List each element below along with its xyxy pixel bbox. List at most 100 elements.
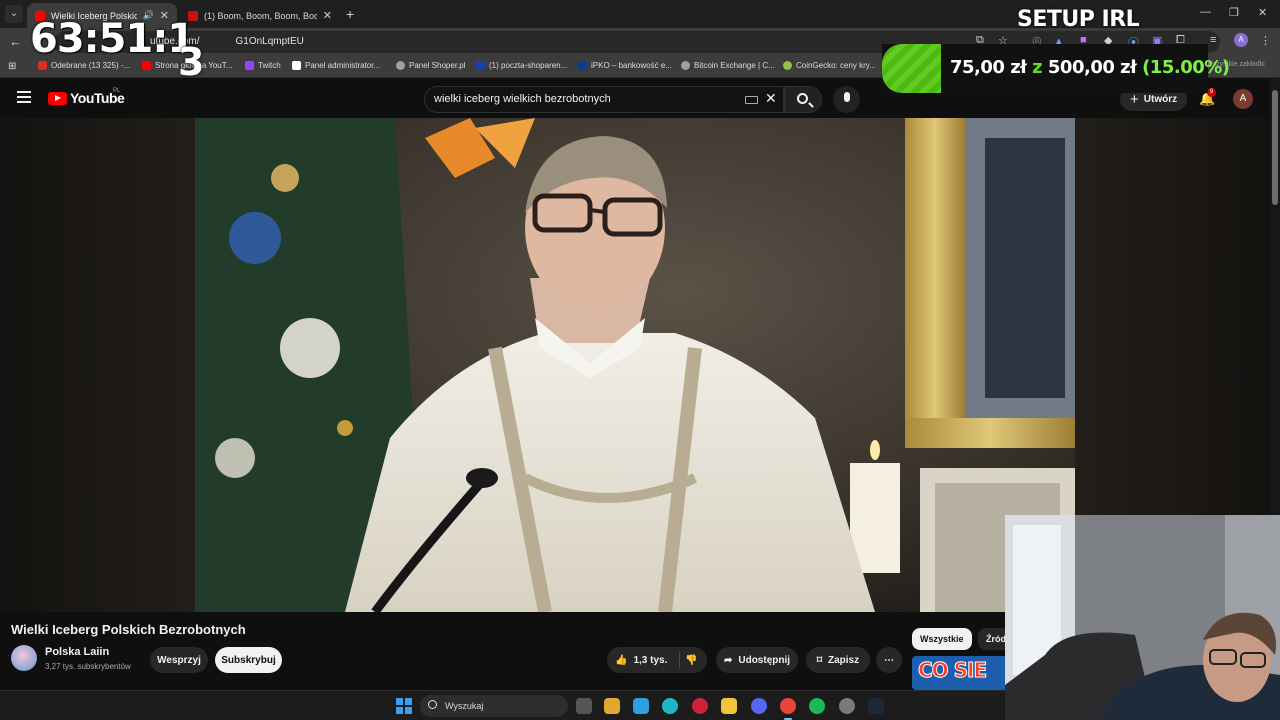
youtube-icon	[142, 61, 151, 70]
dislike-icon[interactable]: 👎	[685, 655, 697, 666]
tab-close-icon[interactable]: ✕	[323, 9, 332, 22]
bookmark-label: Bitcoin Exchange | C...	[694, 61, 775, 70]
thumbnail-text: CO SIE	[917, 658, 987, 683]
tab-second[interactable]: (1) Boom, Boom, Boom, Boom!! ✕	[180, 3, 340, 28]
windows-start-icon[interactable]	[396, 698, 412, 714]
clear-search-icon[interactable]: ✕	[765, 90, 777, 107]
like-count[interactable]: 1,3 tys.	[633, 655, 667, 666]
minimize-icon[interactable]: —	[1200, 6, 1211, 18]
back-arrow-icon[interactable]: ←	[9, 34, 22, 49]
video-frame[interactable]	[195, 118, 1075, 612]
bookmark-label: (1) poczta-shoparen...	[489, 61, 568, 70]
donation-goal-bar: 75,00 zł z 500,00 zł (15.00%)	[882, 44, 1230, 93]
save-button[interactable]: ⌑ Zapisz	[806, 647, 870, 673]
maximize-icon[interactable]: ❐	[1229, 6, 1239, 19]
bookmark-coingecko[interactable]: CoinGecko: ceny kry...	[783, 61, 876, 70]
more-icon: ⋯	[884, 654, 894, 666]
donation-goal-progress	[882, 44, 941, 93]
plus-icon: +	[1130, 90, 1139, 108]
taskbar-search[interactable]: Wyszukaj	[420, 695, 568, 717]
share-label: Udostępnij	[738, 654, 791, 666]
donation-goal-text: 75,00 zł z 500,00 zł (15.00%)	[950, 57, 1230, 78]
media-control-icon[interactable]: ≡	[1210, 34, 1216, 46]
edge-browser-icon[interactable]	[662, 698, 678, 714]
donation-goal-title: SETUP IRL	[1017, 7, 1140, 32]
goal-target: 500,00 zł	[1047, 57, 1137, 78]
page-icon	[292, 61, 301, 70]
subscriber-count: 3,27 tys. subskrybentów	[45, 662, 131, 671]
tab-title: (1) Boom, Boom, Boom, Boom!!	[204, 10, 317, 21]
youtube-play-icon	[48, 91, 67, 105]
account-avatar[interactable]: A	[1233, 89, 1253, 109]
notification-count-badge: 9	[1207, 88, 1216, 97]
search-box: ✕	[424, 86, 784, 113]
tab-search-menu-button[interactable]: ⌄	[5, 5, 23, 23]
bookmark-label: Odebrane (13 325) -...	[51, 61, 131, 70]
chrome-icon[interactable]	[780, 698, 796, 714]
bookmark-gmail[interactable]: Odebrane (13 325) -...	[38, 61, 130, 70]
menu-icon[interactable]	[17, 91, 31, 103]
video-title: Wielki Iceberg Polskich Bezrobotnych	[11, 622, 246, 637]
bookmark-icon: ⌑	[816, 654, 822, 666]
subscribe-button[interactable]: Subskrybuj	[215, 647, 282, 673]
globe-icon	[396, 61, 405, 70]
search-button[interactable]	[784, 86, 822, 113]
url-video-id: G1OnLqmptEU	[235, 36, 304, 47]
voice-search-button[interactable]	[833, 86, 860, 113]
player-letterbox-left	[0, 118, 195, 612]
opera-icon[interactable]	[692, 698, 708, 714]
discord-icon[interactable]	[751, 698, 767, 714]
new-tab-button[interactable]: +	[346, 6, 354, 22]
globe-icon	[681, 61, 690, 70]
channel-avatar[interactable]	[11, 645, 37, 671]
chip-label: Wszystkie	[920, 634, 964, 644]
gmail-icon	[38, 61, 47, 70]
related-video-thumbnail[interactable]: CO SIE	[912, 656, 1012, 690]
apps-grid-icon[interactable]: ⊞	[8, 61, 16, 72]
bookmark-bitcoin[interactable]: Bitcoin Exchange | C...	[681, 61, 775, 70]
store-icon[interactable]	[604, 698, 620, 714]
mail-icon	[476, 61, 485, 70]
steam-icon[interactable]	[868, 698, 884, 714]
create-label: Utwórz	[1143, 93, 1178, 105]
bookmark-label: Panel Shoper.pl	[409, 61, 466, 70]
share-button[interactable]: ➦ Udostępnij	[716, 647, 798, 673]
spotify-icon[interactable]	[809, 698, 825, 714]
bookmark-twitch[interactable]: Twitch	[245, 61, 281, 70]
like-divider	[679, 652, 680, 668]
channel-name[interactable]: Polska Laiin	[45, 646, 109, 658]
taskbar-search-placeholder: Wyszukaj	[445, 701, 484, 711]
edge-icon[interactable]	[633, 698, 649, 714]
chip-all[interactable]: Wszystkie	[912, 628, 972, 650]
scrollbar-thumb[interactable]	[1272, 90, 1278, 205]
file-explorer-icon[interactable]	[721, 698, 737, 714]
support-label: Wesprzyj	[157, 654, 201, 666]
window-close-icon[interactable]: ✕	[1258, 6, 1267, 19]
support-button[interactable]: Wesprzyj	[150, 647, 208, 673]
save-label: Zapisz	[828, 654, 860, 666]
bookmark-label: Panel administrator...	[305, 61, 381, 70]
twitch-icon	[245, 61, 254, 70]
search-input[interactable]	[434, 93, 734, 105]
like-icon[interactable]: 👍	[615, 655, 627, 666]
profile-avatar[interactable]: A	[1234, 33, 1248, 47]
goal-current: 75,00 zł	[950, 57, 1027, 78]
bookmark-shoper[interactable]: Panel Shoper.pl	[396, 61, 466, 70]
bookmark-ipko[interactable]: iPKO – bankowość e...	[578, 61, 672, 70]
share-icon: ➦	[723, 654, 733, 666]
chrome-menu-icon[interactable]: ⋮	[1260, 34, 1271, 47]
more-actions-button[interactable]: ⋯	[876, 647, 902, 673]
task-view-icon[interactable]	[576, 698, 592, 714]
bookmark-mail[interactable]: (1) poczta-shoparen...	[476, 61, 567, 70]
obs-icon[interactable]	[839, 698, 855, 714]
goal-connector: z	[1032, 57, 1043, 78]
webcam-image	[1005, 515, 1280, 720]
webcam-overlay	[1005, 515, 1280, 720]
bank-icon	[578, 61, 587, 70]
region-code: PL	[113, 88, 121, 94]
search-icon	[797, 93, 808, 104]
stream-timer-tail: 3	[178, 40, 205, 84]
video-scene-image	[195, 118, 1075, 612]
bookmark-admin-panel[interactable]: Panel administrator...	[292, 61, 380, 70]
keyboard-icon[interactable]	[745, 96, 758, 104]
